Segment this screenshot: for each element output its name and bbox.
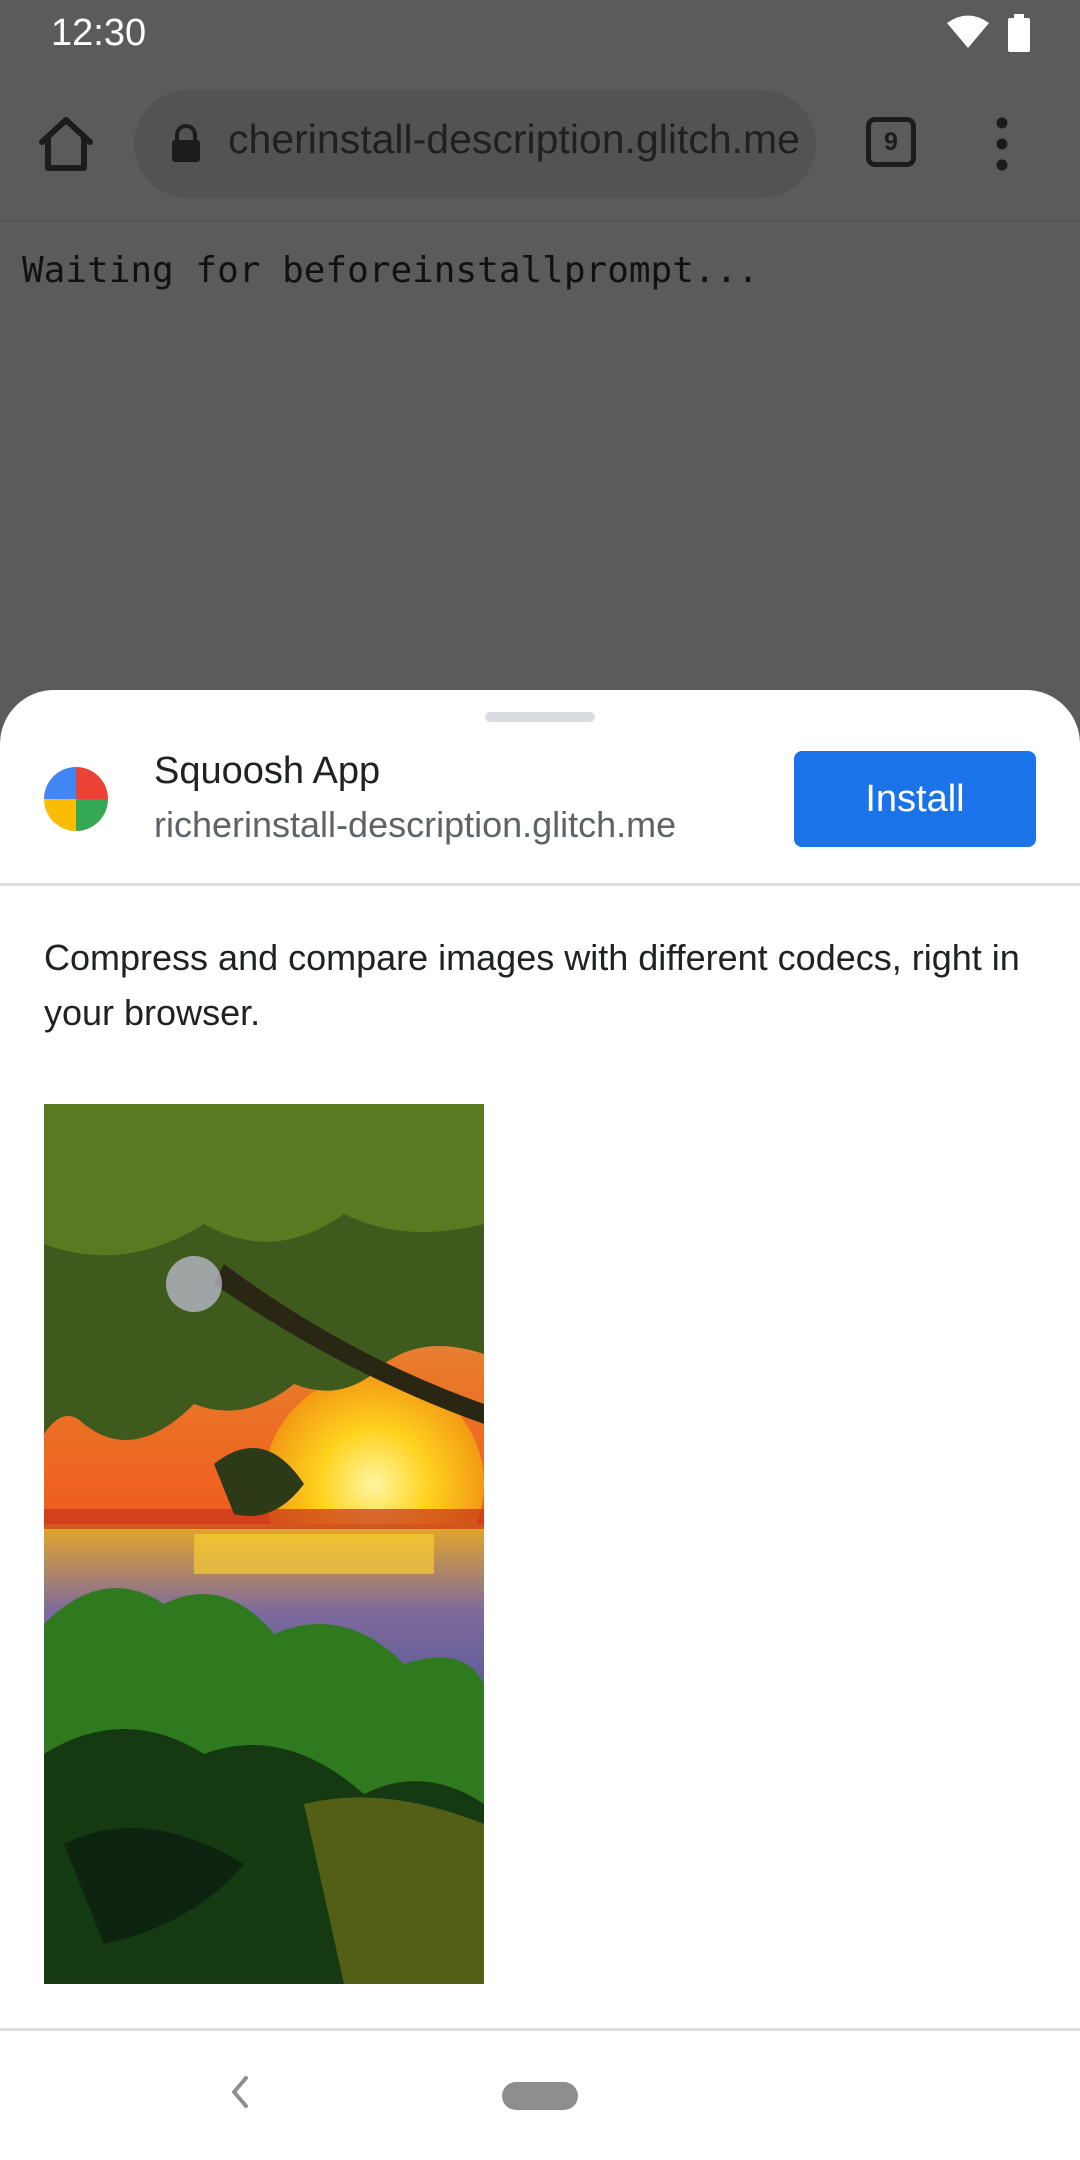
- lock-icon: [172, 124, 200, 162]
- app-description: Compress and compare images with differe…: [44, 937, 1020, 1033]
- more-vert-icon[interactable]: [985, 116, 1019, 172]
- back-icon[interactable]: [226, 2072, 254, 2112]
- page-status-text: Waiting for beforeinstallprompt...: [22, 250, 759, 291]
- install-bottom-sheet: Squoosh App richerinstall-description.gl…: [0, 690, 1080, 2160]
- tab-count: 9: [884, 128, 898, 156]
- app-icon: [44, 767, 108, 831]
- battery-icon: [1008, 14, 1030, 52]
- app-name: Squoosh App: [154, 750, 381, 792]
- app-screenshot[interactable]: [44, 1104, 484, 1984]
- page-content: Waiting for beforeinstallprompt...: [0, 222, 1080, 690]
- home-icon[interactable]: [32, 110, 100, 178]
- browser-toolbar: richerinstall-description.glitch.me 9: [0, 70, 1080, 222]
- omnibox[interactable]: richerinstall-description.glitch.me: [134, 90, 816, 198]
- divider: [0, 2028, 1080, 2031]
- install-button[interactable]: Install: [794, 751, 1036, 847]
- home-pill[interactable]: [502, 2082, 578, 2110]
- status-time: 12:30: [51, 12, 147, 54]
- status-bar: 12:30: [0, 0, 1080, 70]
- url-text[interactable]: richerinstall-description.glitch.me: [230, 116, 800, 163]
- wifi-icon: [947, 15, 989, 48]
- tab-switcher-icon[interactable]: 9: [866, 117, 916, 167]
- drag-handle[interactable]: [485, 712, 595, 722]
- app-origin: richerinstall-description.glitch.me: [154, 804, 677, 845]
- divider: [0, 883, 1080, 886]
